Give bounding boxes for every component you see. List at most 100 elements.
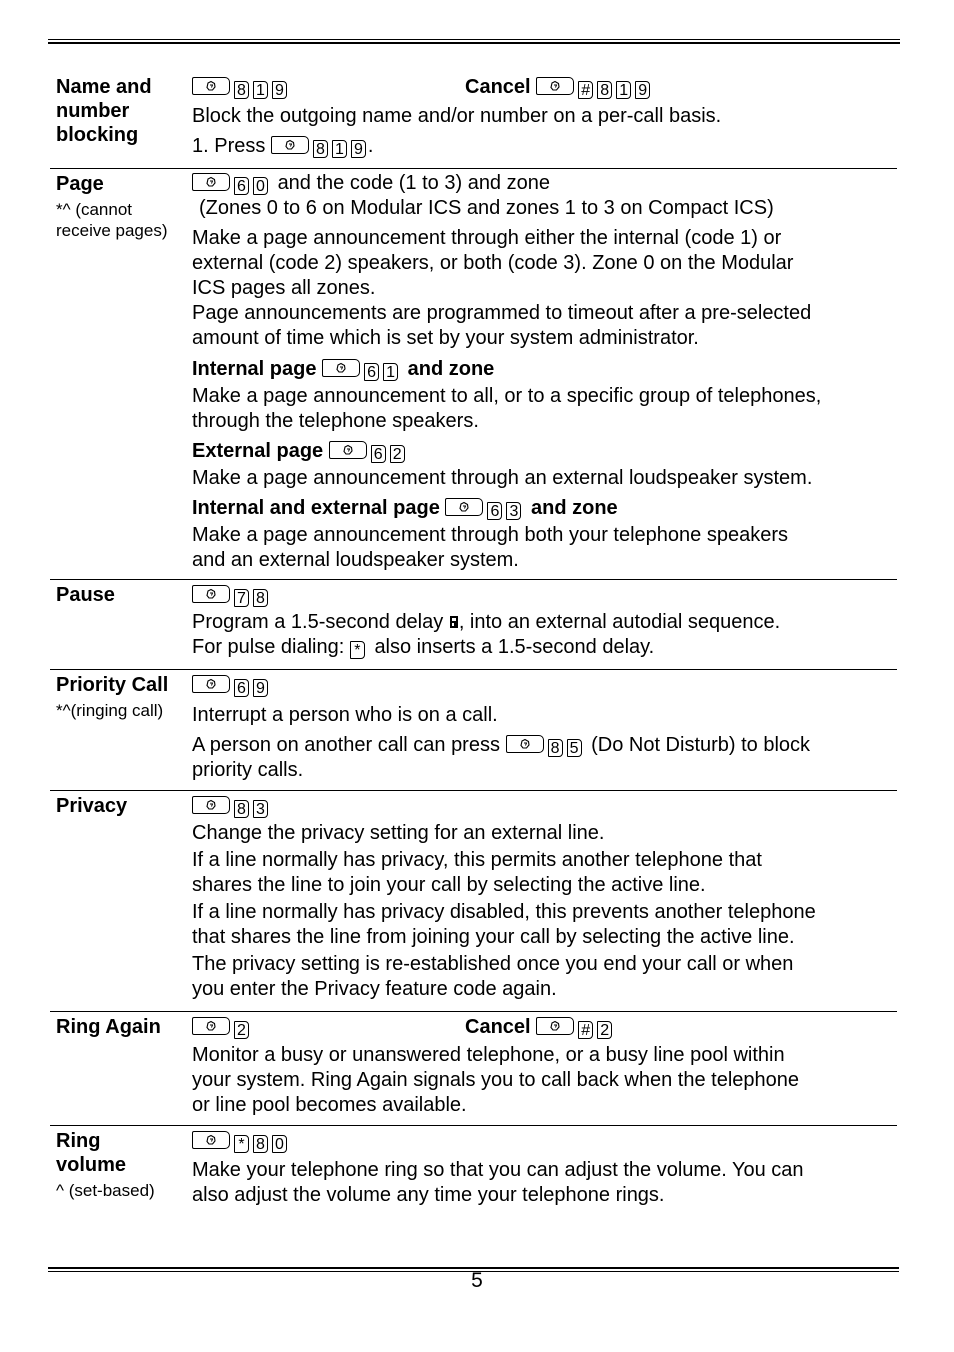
dial-key: 2 xyxy=(389,445,405,463)
desc-text: , into an external autodial sequence. xyxy=(458,611,781,633)
desc-text: A person on another call can press xyxy=(192,734,500,756)
feature-key-icon xyxy=(192,1017,230,1035)
sub-feature-title: Internal and external page xyxy=(192,497,440,519)
feature-row-pause: Pause 78 Program a 1.5-second delay , in… xyxy=(50,580,897,670)
feature-key-icon xyxy=(192,585,230,603)
desc-text: For pulse dialing: xyxy=(192,636,345,658)
feature-note: receive pages) xyxy=(56,221,168,240)
feature-key-icon xyxy=(192,1131,230,1149)
feature-note: *^ (cannot xyxy=(56,200,133,219)
desc-line: your system. Ring Again signals you to c… xyxy=(192,1069,800,1091)
dial-key: 7 xyxy=(234,589,249,607)
feature-body: 60 and the code (1 to 3) and zone (Zones… xyxy=(192,169,897,579)
dial-key: 1 xyxy=(331,140,347,158)
feature-body: 69 Interrupt a person who is on a call. … xyxy=(192,670,897,790)
dial-key: 1 xyxy=(253,81,268,99)
dial-key: 0 xyxy=(253,177,268,195)
sub-feature-internal-external-page: Internal and external page 63 and zone M… xyxy=(192,496,897,573)
feature-body: 2 Cancel #2 Monitor a busy or unanswered… xyxy=(192,1012,897,1125)
desc-paragraph: The privacy setting is re-established on… xyxy=(192,952,897,1002)
feature-term: Ring xyxy=(56,1130,101,1152)
feature-key-icon xyxy=(192,796,230,814)
dial-key: 8 xyxy=(234,800,249,818)
dial-key: # xyxy=(578,81,594,99)
dial-key: 6 xyxy=(370,445,386,463)
feature-label: Privacy xyxy=(50,791,192,1011)
header-rule xyxy=(48,39,900,44)
page-description: Make a page announcement through either … xyxy=(192,226,897,351)
sub-feature-title-line: Internal and external page 63 and zone xyxy=(192,496,897,521)
cancel-label: Cancel xyxy=(465,76,531,98)
desc-line: ICS pages all zones. xyxy=(192,277,376,299)
desc-line: through the telephone speakers. xyxy=(192,410,479,432)
sub-feature-suffix: and zone xyxy=(407,358,495,380)
feature-term: Privacy xyxy=(56,795,128,817)
desc-line: A person on another call can press 85 (D… xyxy=(192,733,897,758)
cancel-code: Cancel #8 1 9 xyxy=(465,75,654,100)
feature-body: 78 Program a 1.5-second delay , into an … xyxy=(192,580,897,669)
feature-code-line: 60 and the code (1 to 3) and zone xyxy=(192,171,897,196)
step-suffix: . xyxy=(367,135,374,157)
dial-key: 3 xyxy=(253,800,268,818)
dial-key: 9 xyxy=(635,81,651,99)
dial-key: 6 xyxy=(234,679,249,697)
dial-key: 8 xyxy=(253,589,268,607)
feature-key-icon xyxy=(270,136,309,154)
feature-key-icon xyxy=(328,441,367,459)
feature-row-ring-again: Ring Again 2 Cancel #2 Monitor a busy or… xyxy=(50,1012,897,1126)
feature-key-icon xyxy=(505,735,544,753)
desc-line: Program a 1.5-second delay , into an ext… xyxy=(192,610,897,635)
feature-label: Name and number blocking xyxy=(50,72,192,168)
feature-description: Interrupt a person who is on a call. xyxy=(192,704,498,726)
dial-key: 8 xyxy=(547,739,563,757)
dial-key: 6 xyxy=(487,502,503,520)
feature-key-icon xyxy=(192,675,230,693)
desc-text: Program a 1.5-second delay xyxy=(192,611,444,633)
dial-key: 8 xyxy=(597,81,613,99)
feature-label: Ring volume ^ (set-based) xyxy=(50,1126,192,1216)
desc-line: Make a page announcement to all, or to a… xyxy=(192,385,822,407)
desc-line: shares the line to join your call by sel… xyxy=(192,874,706,896)
dial-key: 8 xyxy=(234,81,249,99)
feature-body: * 8 0 Make your telephone ring so that you… xyxy=(192,1126,897,1216)
step-prefix: 1. Press xyxy=(192,135,266,157)
sub-feature-internal-page: Internal page 61 and zone Make a page an… xyxy=(192,357,897,434)
desc-line: For pulse dialing: * also inserts a 1.5-… xyxy=(192,635,897,660)
feature-term: Priority Call xyxy=(56,674,169,696)
feature-code-line: 2 Cancel #2 xyxy=(192,1015,897,1040)
feature-code-line: 69 xyxy=(192,673,897,698)
feature-body: 83 Change the privacy setting for an ext… xyxy=(192,791,897,1011)
dial-key: 5 xyxy=(566,739,582,757)
dial-key: 8 xyxy=(253,1135,268,1153)
dial-key: 0 xyxy=(272,1135,287,1153)
sub-feature-title-line: External page 62 xyxy=(192,439,897,464)
dial-key: 3 xyxy=(506,502,522,520)
desc-text: also inserts a 1.5-second delay. xyxy=(374,636,655,658)
sub-feature-title: External page xyxy=(192,440,324,462)
feature-term: volume xyxy=(56,1154,127,1176)
desc-paragraph: If a line normally has privacy, this per… xyxy=(192,848,897,898)
feature-key-icon xyxy=(192,173,230,191)
desc-text: (Do Not Disturb) to block xyxy=(591,734,811,756)
desc-line: Make a page announcement through both yo… xyxy=(192,524,788,546)
feature-code-line: * 8 0 xyxy=(192,1129,897,1154)
desc-line: external (code 2) speakers, or both (cod… xyxy=(192,252,794,274)
desc-line: you enter the Privacy feature code again… xyxy=(192,978,557,1000)
desc-line: Make a page announcement through an exte… xyxy=(192,467,813,489)
desc-line: amount of time which is set by your syst… xyxy=(192,327,699,349)
sub-feature-title-line: Internal page 61 and zone xyxy=(192,357,897,382)
desc-line: Monitor a busy or unanswered telephone, … xyxy=(192,1044,785,1066)
dial-key: 9 xyxy=(350,140,366,158)
dial-key: 1 xyxy=(616,81,632,99)
feature-label: Page *^ (cannot receive pages) xyxy=(50,169,192,579)
dial-key: * xyxy=(234,1135,249,1153)
feature-row-page: Page *^ (cannot receive pages) 60 and th… xyxy=(50,169,897,580)
feature-description: Block the outgoing name and/or number on… xyxy=(192,105,722,127)
zones-note: (Zones 0 to 6 on Modular ICS and zones 1… xyxy=(199,197,774,219)
feature-code-line: 83 xyxy=(192,794,897,819)
desc-line: that shares the line from joining your c… xyxy=(192,926,795,948)
desc-line: Page announcements are programmed to tim… xyxy=(192,302,812,324)
sub-feature-external-page: External page 62 Make a page announcemen… xyxy=(192,439,897,491)
cancel-label: Cancel xyxy=(465,1016,531,1038)
feature-key-icon xyxy=(322,359,361,377)
